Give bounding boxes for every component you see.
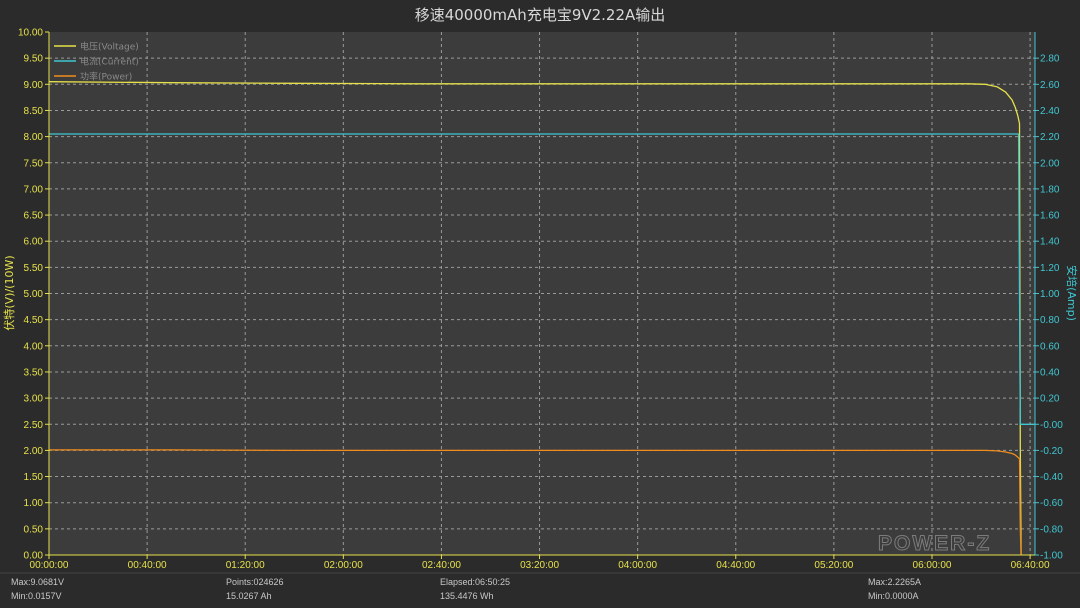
y-right-tick-label: 2.40 (1040, 106, 1060, 117)
y-right-tick-label: 2.60 (1040, 80, 1060, 91)
status-min-voltage: Min:0.0157V (11, 591, 62, 601)
y-right-tick-label: -0.80 (1040, 524, 1063, 535)
chart-window: 移速40000mAh充电宝9V2.22A输出 0.00 0.50 1.00 1.50 2… (0, 0, 1080, 608)
y-left-tick-label: 1.00 (24, 498, 44, 509)
y-right-tick-label: 1.60 (1040, 211, 1060, 222)
legend-label-current: 电流(Current) (80, 56, 139, 68)
y-right-tick-label: -0.40 (1040, 472, 1063, 483)
x-tick-label: 01:20:00 (226, 560, 265, 571)
y-right-tick-label: 1.20 (1040, 263, 1060, 274)
y-left-tick-label: 3.50 (24, 367, 44, 378)
y-left-tick-label: 9.50 (24, 54, 44, 65)
status-elapsed: Elapsed:06:50:25 (440, 577, 510, 587)
status-min-current: Min:0.0000A (868, 591, 919, 601)
y-right-tick-label: 2.00 (1040, 158, 1060, 169)
y-left-tick-label: 7.00 (24, 184, 44, 195)
y-left-tick-label: 5.50 (24, 263, 44, 274)
x-tick-label: 06:40:00 (1011, 560, 1050, 571)
chart: 移速40000mAh充电宝9V2.22A输出 0.000.501.001.502… (0, 6, 1080, 601)
status-points: Points:024626 (226, 577, 284, 587)
y-left-tick-label: 2.50 (24, 420, 44, 431)
y-axis-left-title: 伏特(V)/(10W) (2, 255, 16, 330)
y-right-tick-label: -1.00 (1040, 551, 1063, 562)
y-left-tick-label: 0.50 (24, 524, 44, 535)
x-tick-label: 05:20:00 (814, 560, 853, 571)
watermark-logo: POWER-Z (878, 532, 991, 555)
y-right-tick-label: -0.00 (1040, 420, 1063, 431)
y-left-tick-label: 7.50 (24, 158, 44, 169)
status-capacity: 15.0267 Ah (226, 591, 272, 601)
y-right-tick-label: 0.80 (1040, 315, 1060, 326)
y-left-tick-label: 4.50 (24, 315, 44, 326)
x-tick-label: 06:00:00 (913, 560, 952, 571)
x-tick-label: 03:20:00 (520, 560, 559, 571)
y-left-tick-label: 9.00 (24, 80, 44, 91)
y-right-tick-label: 0.20 (1040, 394, 1060, 405)
y-right-tick-label: 0.40 (1040, 367, 1060, 378)
y-right-tick-label: 1.80 (1040, 184, 1060, 195)
y-right-tick-label: 2.20 (1040, 132, 1060, 143)
y-right-tick-label: 1.00 (1040, 289, 1060, 300)
y-left-tick-label: 6.00 (24, 237, 44, 248)
y-left-tick-label: 5.00 (24, 289, 44, 300)
status-max-current: Max:2.2265A (868, 577, 921, 587)
y-left-tick-label: 8.50 (24, 106, 44, 117)
y-right-tick-label: -0.20 (1040, 446, 1063, 457)
y-left-tick-label: 8.00 (24, 132, 44, 143)
y-right-tick-label: -0.60 (1040, 498, 1063, 509)
y-left-tick-label: 4.00 (24, 341, 44, 352)
x-tick-label: 00:00:00 (30, 560, 69, 571)
legend-label-voltage: 电压(Voltage) (80, 41, 139, 53)
y-left-tick-label: 2.00 (24, 446, 44, 457)
x-tick-label: 00:40:00 (128, 560, 167, 571)
y-right-tick-label: 1.40 (1040, 237, 1060, 248)
y-left-tick-label: 6.50 (24, 211, 44, 222)
x-tick-label: 04:40:00 (716, 560, 755, 571)
y-left-tick-label: 3.00 (24, 394, 44, 405)
status-max-voltage: Max:9.0681V (11, 577, 64, 587)
y-left-tick-label: 10.00 (18, 28, 43, 39)
y-right-tick-label: 2.80 (1040, 54, 1060, 65)
chart-title: 移速40000mAh充电宝9V2.22A输出 (415, 6, 666, 24)
x-tick-label: 04:00:00 (618, 560, 657, 571)
status-energy: 135.4476 Wh (440, 591, 494, 601)
x-tick-label: 02:40:00 (422, 560, 461, 571)
y-right-tick-label: 0.60 (1040, 341, 1060, 352)
x-tick-label: 02:00:00 (324, 560, 363, 571)
y-left-tick-label: 1.50 (24, 472, 44, 483)
legend-label-power: 功率(Power) (80, 71, 132, 83)
y-axis-right-title: 安培(Amp) (1065, 265, 1079, 321)
